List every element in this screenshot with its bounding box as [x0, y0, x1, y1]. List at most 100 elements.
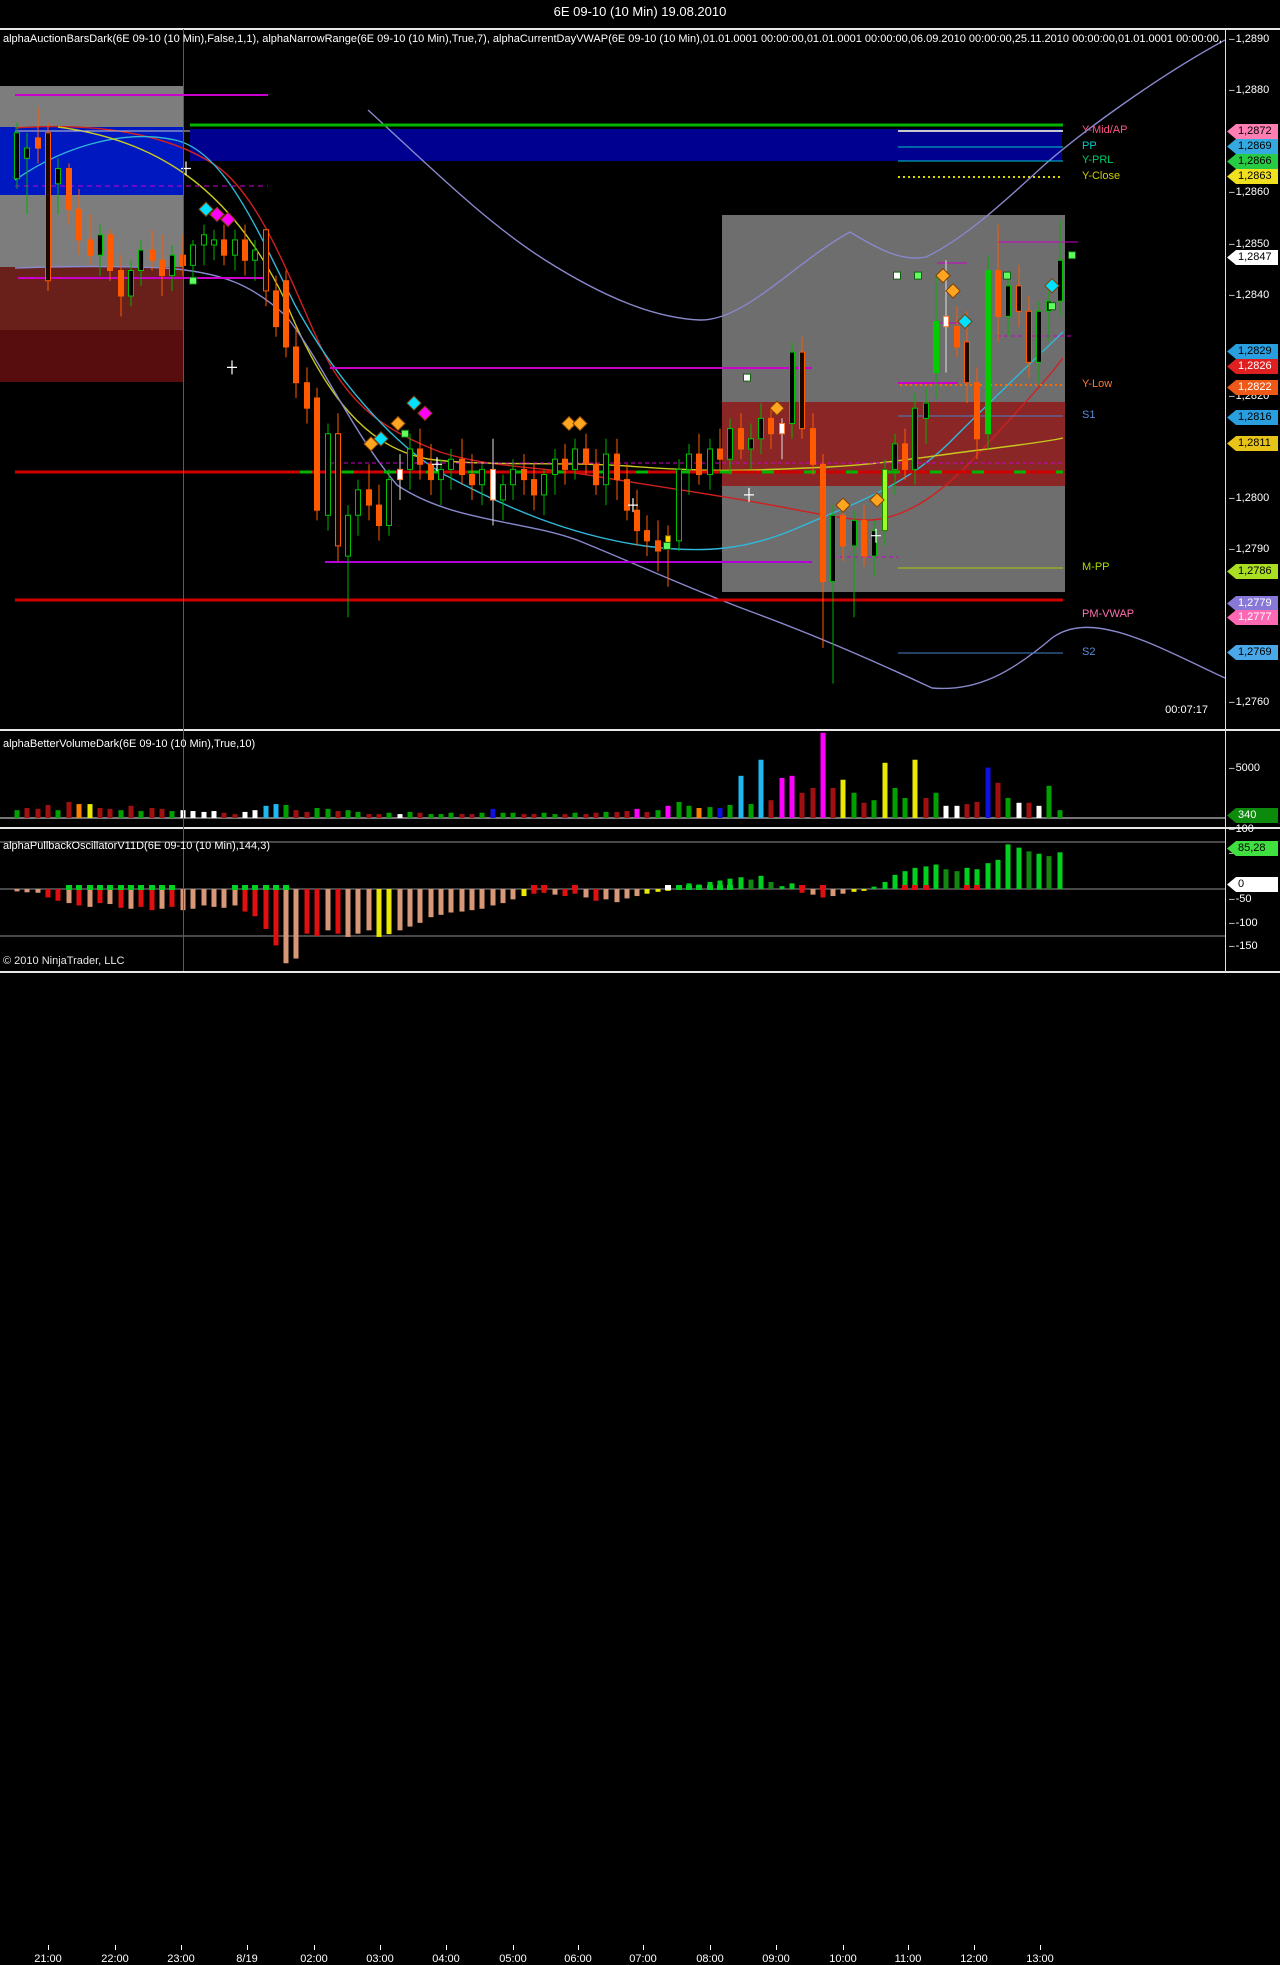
time-axis-label: 13:00	[1026, 1953, 1054, 1965]
volume-bar	[603, 811, 609, 818]
volume-bar	[45, 804, 51, 818]
price-axis[interactable]: 1,28901,28801,28601,28501,28401,28201,28…	[1225, 29, 1280, 971]
candle-body	[128, 270, 134, 297]
volume-bar	[376, 814, 382, 818]
volume-bar	[169, 811, 175, 818]
volume-bar	[521, 814, 527, 818]
axis-tick-label: 1,2860	[1229, 186, 1270, 198]
volume-bar	[417, 812, 423, 818]
candle-body	[1016, 285, 1022, 312]
signal-diamond	[406, 395, 422, 411]
candle-body	[510, 468, 516, 486]
time-axis-label: 23:00	[167, 1953, 195, 1965]
oscillator-bar	[882, 881, 888, 889]
volume-bar	[500, 812, 506, 818]
entry-square	[743, 373, 751, 382]
volume-bar	[55, 810, 61, 818]
volume-bar	[902, 798, 908, 818]
oscillator-cap	[232, 885, 238, 890]
volume-bar	[397, 814, 403, 818]
candle-body	[190, 244, 196, 266]
candle-body	[799, 351, 805, 430]
volume-bar	[644, 811, 650, 818]
oscillator-cap	[97, 885, 103, 890]
oscillator-cap	[665, 885, 671, 890]
price-tag: 1,2872	[1227, 124, 1278, 139]
oscillator-bar	[293, 889, 299, 959]
oscillator-bar	[190, 889, 196, 909]
volume-bar	[541, 812, 547, 818]
candle-body	[851, 519, 857, 547]
level-label-y-close: Y-Close	[1082, 170, 1121, 182]
entry-square	[1003, 271, 1011, 280]
candle-body	[995, 270, 1001, 317]
volume-bar	[717, 808, 723, 818]
candle-body	[768, 417, 774, 435]
volume-bar	[634, 808, 640, 818]
oscillator-bar	[851, 889, 857, 892]
volume-bar	[614, 811, 620, 818]
candle-body	[448, 458, 454, 470]
price-tag: 1,2826	[1227, 359, 1278, 374]
oscillator-cap	[138, 885, 144, 890]
candle-body	[355, 489, 361, 516]
candle-body	[593, 463, 599, 486]
time-axis-tickmark	[776, 1945, 777, 1950]
oscillator-bar	[149, 889, 155, 911]
volume-bar	[830, 788, 836, 818]
time-axis[interactable]: 21:00 22:00 23:00 8/19 02:00 03:00 04:00 05:00 0…	[0, 972, 1280, 1965]
candle-body	[397, 468, 403, 481]
oscillator-cap	[252, 885, 258, 890]
price-tag: 1,2847	[1227, 250, 1278, 265]
volume-bar	[964, 804, 970, 818]
oscillator-cap	[118, 885, 124, 890]
volume-bar	[66, 801, 72, 818]
axis-tick-label: 1,2880	[1229, 84, 1270, 96]
candle-body	[263, 229, 269, 292]
volume-bar	[707, 807, 713, 818]
candle-body	[840, 514, 846, 547]
volume-bar	[1026, 802, 1032, 818]
candle-body	[552, 458, 558, 476]
candle-body	[345, 514, 351, 557]
candle-body	[902, 443, 908, 470]
candle-body	[717, 448, 723, 460]
price-tag: 85,28	[1227, 841, 1278, 856]
volume-bar	[583, 814, 589, 818]
candle-body	[531, 479, 537, 496]
oscillator-bar	[211, 889, 217, 907]
volume-bar	[14, 810, 20, 818]
oscillator-bar	[1036, 853, 1042, 889]
axis-tick-label: 1,2850	[1229, 238, 1270, 250]
oscillator-cap	[128, 885, 134, 890]
time-axis-label: 03:00	[366, 1953, 394, 1965]
volume-bar	[438, 814, 444, 818]
candle-body	[97, 234, 103, 256]
entry-square	[914, 271, 922, 280]
oscillator-bar	[985, 863, 991, 889]
volume-bar	[738, 775, 744, 818]
oscillator-bar	[232, 889, 238, 906]
oscillator-bar	[55, 889, 61, 901]
oscillator-bar	[758, 875, 764, 889]
oscillator-bar	[169, 889, 175, 907]
volume-bar	[1057, 810, 1063, 818]
candle-body	[417, 448, 423, 465]
level-label-y-mid-ap: Y-Mid/AP	[1082, 124, 1128, 136]
level-label-pp: PP	[1082, 140, 1097, 152]
candle-body	[738, 428, 744, 450]
oscillator-bar	[552, 889, 558, 895]
candle-body	[830, 514, 836, 583]
volume-bar	[24, 808, 30, 818]
candle-body	[211, 239, 217, 246]
time-axis-tickmark	[247, 1945, 248, 1950]
candle-body	[954, 326, 960, 348]
oscillator-bar	[861, 889, 867, 891]
volume-bar	[242, 811, 248, 818]
oscillator-bar	[624, 889, 630, 899]
axis-tick-label: 5000	[1229, 762, 1260, 774]
oscillator-bar	[1057, 852, 1063, 889]
volume-bar	[624, 811, 630, 818]
oscillator-bar	[325, 889, 331, 931]
oscillator-bar	[768, 881, 774, 889]
